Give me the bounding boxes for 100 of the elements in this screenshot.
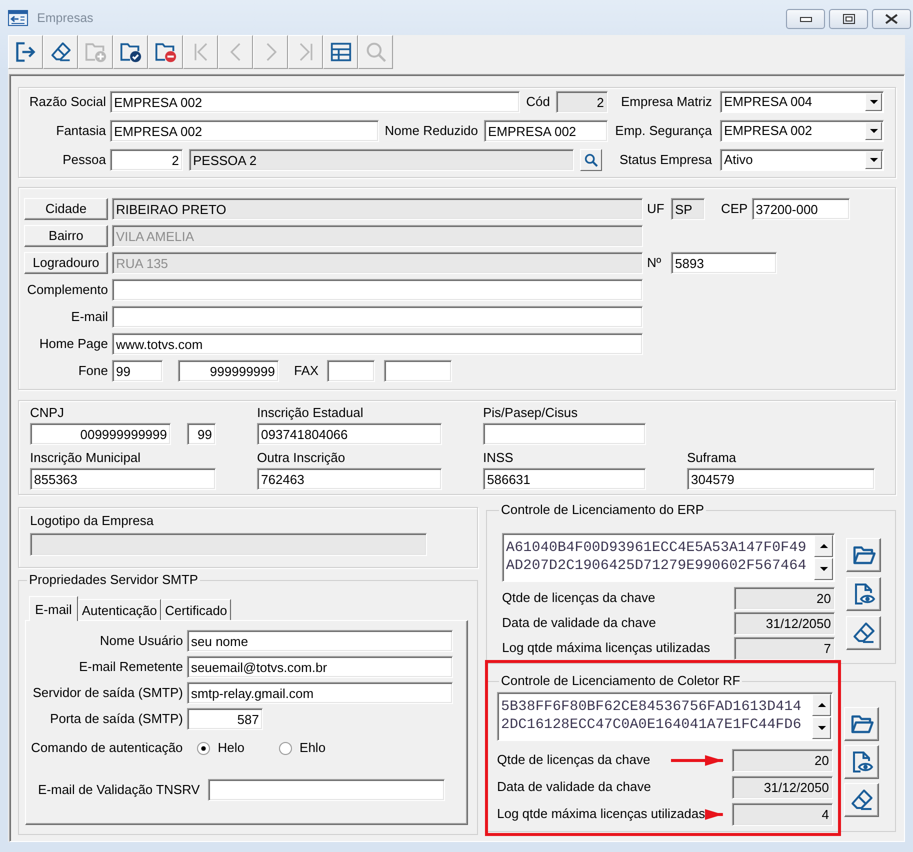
caret-down-icon bbox=[870, 158, 878, 162]
security-company-dropdown[interactable]: EMPRESA 002 bbox=[720, 120, 884, 142]
radio-option[interactable]: Helo bbox=[196, 740, 245, 756]
open-file-button[interactable] bbox=[844, 707, 879, 741]
state-field[interactable]: SP bbox=[671, 198, 705, 220]
city-button[interactable]: Cidade bbox=[24, 198, 108, 220]
caret-up-icon bbox=[820, 544, 828, 548]
license-count-field[interactable]: 20 bbox=[734, 587, 835, 610]
minimize-button[interactable] bbox=[786, 9, 825, 29]
tab[interactable]: E-mail bbox=[29, 596, 78, 621]
company-name-label: Razão Social bbox=[29, 94, 106, 109]
validation-email-label: E-mail de Validação TNSRV bbox=[38, 782, 200, 798]
folder-minus-icon bbox=[154, 41, 176, 63]
app-icon bbox=[8, 10, 28, 26]
clear-key-button[interactable] bbox=[846, 616, 881, 650]
status-label: Status Empresa bbox=[620, 152, 712, 167]
scroll-up-button[interactable] bbox=[814, 535, 833, 557]
max-licenses-log-label: Log qtde máxima licenças utilizadas bbox=[497, 807, 706, 822]
radio-option[interactable]: Ehlo bbox=[278, 740, 326, 756]
max-licenses-log-field[interactable]: 7 bbox=[734, 637, 835, 660]
expiry-date-field[interactable]: 31/12/2050 bbox=[734, 612, 835, 635]
complement-label: Complemento bbox=[27, 282, 108, 297]
email-field[interactable] bbox=[112, 306, 643, 328]
expiry-date-field[interactable]: 31/12/2050 bbox=[732, 776, 833, 799]
license-count-field[interactable]: 20 bbox=[732, 749, 833, 772]
license-key-field[interactable]: A61040B4F00D93961ECC4E5A53A147F0F49 AD207D2C1906425D71279E990602F567464 bbox=[502, 533, 835, 582]
person-name-field[interactable]: PESSOA 2 bbox=[189, 149, 574, 171]
company-name-field[interactable]: EMPRESA 002 bbox=[110, 91, 520, 113]
registration-label: Inscrição Municipal bbox=[30, 451, 142, 465]
logo-field[interactable] bbox=[30, 533, 427, 556]
registration-field[interactable]: 99 bbox=[187, 423, 216, 445]
sender-email-field[interactable]: seuemail@totvs.com.br bbox=[187, 656, 453, 678]
eraser-icon bbox=[50, 41, 72, 63]
clear-key-button[interactable] bbox=[844, 783, 879, 817]
fax-area-label: FAX bbox=[294, 362, 319, 378]
smtp-port-field[interactable]: 587 bbox=[187, 708, 263, 730]
status-dropdown[interactable]: Ativo bbox=[720, 149, 884, 171]
city-field[interactable]: RIBEIRAO PRETO bbox=[112, 198, 643, 220]
parent-company-label: Empresa Matriz bbox=[620, 94, 712, 109]
dropdown-button[interactable] bbox=[865, 93, 882, 111]
security-company-label: Emp. Segurança bbox=[615, 122, 712, 138]
eraser-icon bbox=[850, 788, 874, 812]
eraser-icon bbox=[852, 621, 876, 645]
short-name-label: Nome Reduzido bbox=[384, 122, 478, 138]
dropdown-button[interactable] bbox=[865, 151, 882, 169]
scroll-down-button[interactable] bbox=[814, 558, 833, 580]
parent-company-dropdown[interactable]: EMPRESA 004 bbox=[720, 91, 884, 113]
number-field[interactable]: 5893 bbox=[671, 252, 777, 274]
maximize-button[interactable] bbox=[829, 9, 868, 29]
registration-field[interactable]: 855363 bbox=[30, 468, 216, 490]
dropdown-button[interactable] bbox=[865, 122, 882, 140]
fax-area-field[interactable] bbox=[326, 360, 375, 382]
registration-field[interactable] bbox=[483, 423, 646, 445]
clear-button[interactable] bbox=[43, 35, 78, 69]
delete-button[interactable] bbox=[148, 35, 183, 69]
scroll-down-button[interactable] bbox=[812, 717, 831, 739]
registration-field[interactable]: 304579 bbox=[687, 468, 875, 490]
logo-label: Logotipo da Empresa bbox=[30, 514, 155, 528]
fax-field[interactable] bbox=[384, 360, 452, 382]
phone-area-field[interactable]: 99 bbox=[112, 360, 163, 382]
registration-field[interactable]: 762463 bbox=[257, 468, 442, 490]
max-licenses-log-field[interactable]: 4 bbox=[732, 803, 833, 826]
short-name-field[interactable]: EMPRESA 002 bbox=[484, 120, 608, 142]
smtp-server-field[interactable]: smtp-relay.gmail.com bbox=[187, 682, 453, 704]
code-field[interactable]: 2 bbox=[556, 91, 608, 113]
caret-down-icon bbox=[870, 100, 878, 104]
zip-code-field[interactable]: 37200-000 bbox=[752, 198, 850, 220]
registration-field[interactable]: 093741804066 bbox=[257, 423, 442, 445]
district-button[interactable]: Bairro bbox=[24, 225, 108, 247]
save-button[interactable] bbox=[113, 35, 148, 69]
home-page-field[interactable]: www.totvs.com bbox=[112, 333, 643, 355]
sender-email-label: E-mail Remetente bbox=[78, 660, 183, 674]
maximize-icon bbox=[842, 14, 854, 24]
phone-field[interactable]: 999999999 bbox=[178, 360, 279, 382]
window-title: Empresas bbox=[37, 11, 94, 26]
scroll-up-button[interactable] bbox=[812, 694, 831, 716]
user-name-field[interactable]: seu nome bbox=[187, 630, 453, 652]
view-key-button[interactable] bbox=[844, 745, 879, 779]
person-code-field[interactable]: 2 bbox=[110, 149, 183, 171]
expiry-date-label: Data de validade da chave bbox=[497, 780, 652, 795]
search-icon bbox=[364, 41, 386, 63]
tab[interactable]: Certificado bbox=[161, 599, 232, 620]
search-button[interactable] bbox=[580, 149, 602, 171]
complement-field[interactable] bbox=[112, 279, 643, 301]
group-title: Propriedades Servidor SMTP bbox=[28, 573, 200, 587]
person-label: Pessoa bbox=[62, 152, 106, 167]
street-button[interactable]: Logradouro bbox=[24, 252, 108, 274]
caret-down-icon bbox=[818, 726, 826, 730]
exit-button[interactable] bbox=[8, 35, 43, 69]
grid-button[interactable] bbox=[323, 35, 358, 69]
registration-field[interactable]: 586631 bbox=[483, 468, 646, 490]
trade-name-field[interactable]: EMPRESA 002 bbox=[110, 120, 379, 142]
view-key-button[interactable] bbox=[846, 577, 881, 611]
close-icon bbox=[885, 14, 898, 24]
tab[interactable]: Autenticação bbox=[78, 599, 162, 620]
close-button[interactable] bbox=[872, 9, 911, 29]
registration-field[interactable]: 009999999999 bbox=[30, 423, 171, 445]
validation-email-field[interactable] bbox=[208, 779, 445, 801]
license-key-field[interactable]: 5B38FF6F80BF62CE84536756FAD1613D414 2DC16128ECC47C0A0E164041A7E1FC44FD6 bbox=[497, 692, 833, 741]
open-file-button[interactable] bbox=[846, 538, 881, 572]
